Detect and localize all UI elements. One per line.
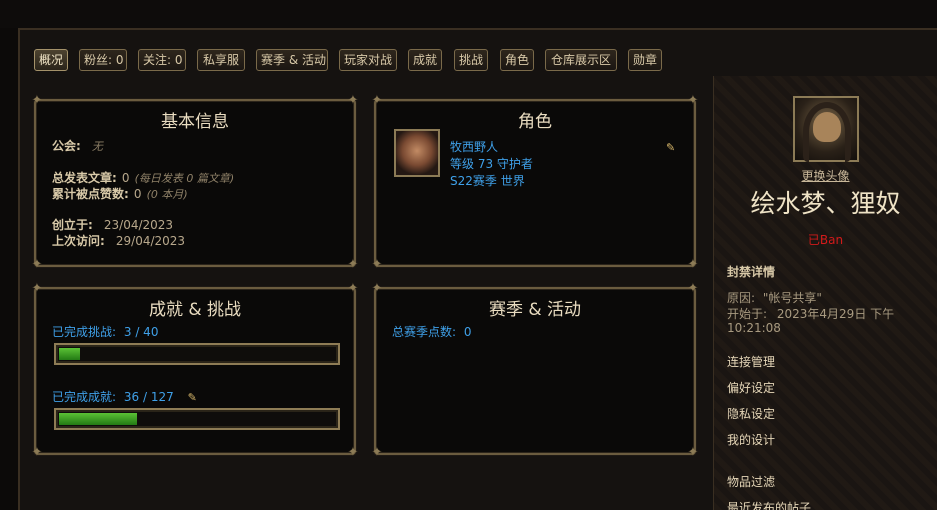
- ornament-icon: ✦: [31, 445, 43, 460]
- sidebar-link-connections[interactable]: 连接管理: [727, 353, 775, 370]
- ban-start-label: 开始于:: [727, 307, 768, 321]
- basic-info-title: 基本信息: [161, 112, 229, 132]
- ornament-icon: ✦: [687, 257, 699, 272]
- challenges-label: 已完成挑战:: [52, 325, 117, 339]
- ornament-icon: ✦: [347, 93, 359, 108]
- tab-private-server[interactable]: 私享服: [197, 49, 245, 71]
- ornament-icon: ✦: [347, 257, 359, 272]
- character-level: 等级 73 守护者: [450, 157, 533, 171]
- challenges-progress-bar: [54, 343, 340, 365]
- ornament-icon: ✦: [347, 281, 359, 296]
- season-points-value: 0: [463, 325, 472, 339]
- sidebar-link-privacy[interactable]: 隐私设定: [727, 405, 775, 422]
- tab-overview[interactable]: 概况: [34, 49, 68, 71]
- last-visit-label: 上次访问:: [52, 234, 105, 248]
- character-panel: ✦ ✦ ✦ ✦ 角色 牧西野人 等级 73 守护者 S22赛季 世界 ✎: [372, 94, 699, 272]
- ornament-icon: ✦: [687, 281, 699, 296]
- tab-pvp[interactable]: 玩家对战: [339, 49, 397, 71]
- trophy-icon: ✎: [187, 391, 197, 404]
- avatar-face: [813, 112, 841, 142]
- achievements-panel: ✦ ✦ ✦ ✦ 成就 & 挑战 已完成挑战: 3 / 40 已完成成就: 36 …: [32, 282, 359, 460]
- banned-status-badge: 已Ban: [807, 233, 844, 247]
- sidebar-link-item-filter[interactable]: 物品过滤: [727, 473, 775, 490]
- tab-fans[interactable]: 粉丝: 0: [79, 49, 127, 71]
- achievements-value: 36 / 127: [123, 390, 174, 404]
- ban-start-time: 10:21:08: [727, 321, 781, 335]
- tab-characters[interactable]: 角色: [500, 49, 534, 71]
- top-strip: [0, 0, 937, 28]
- ban-reason: 原因: "帐号共享": [727, 289, 822, 306]
- achievements-title: 成就 & 挑战: [148, 300, 242, 320]
- avatar: [793, 96, 859, 162]
- challenges-value: 3 / 40: [123, 325, 159, 339]
- achievements-progress-bar: [54, 408, 340, 430]
- character-name-link[interactable]: 牧西野人: [450, 138, 498, 155]
- ban-start: 开始于: 2023年4月29日 下午: [727, 305, 894, 322]
- ornament-icon: ✦: [371, 257, 383, 272]
- achievements-line[interactable]: 已完成成就: 36 / 127 ✎: [52, 388, 197, 405]
- guild-value: 无: [91, 140, 103, 153]
- season-panel: ✦ ✦ ✦ ✦ 赛季 & 活动 总赛季点数: 0: [372, 282, 699, 460]
- last-visit-value: 29/04/2023: [115, 234, 186, 248]
- ornament-icon: ✦: [687, 93, 699, 108]
- ornament-icon: ✦: [31, 281, 43, 296]
- challenges-progress-fill: [59, 348, 80, 360]
- ornament-icon: ✦: [371, 281, 383, 296]
- tab-achievements[interactable]: 成就: [408, 49, 442, 71]
- ban-reason-value: "帐号共享": [762, 291, 822, 305]
- sidebar-link-preferences[interactable]: 偏好设定: [727, 379, 775, 396]
- ornament-icon: ✦: [347, 445, 359, 460]
- season-points-label: 总赛季点数:: [392, 325, 457, 339]
- tab-challenges[interactable]: 挑战: [454, 49, 488, 71]
- ornament-icon: ✦: [687, 445, 699, 460]
- achievements-label: 已完成成就:: [52, 390, 117, 404]
- ornament-icon: ✦: [371, 445, 383, 460]
- sidebar-link-recent-posts[interactable]: 最近发布的帖子: [727, 499, 811, 510]
- ornament-icon: ✦: [31, 257, 43, 272]
- trophy-icon[interactable]: ✎: [666, 141, 675, 154]
- change-avatar-link[interactable]: 更换头像: [714, 167, 937, 184]
- character-season: S22赛季 世界: [450, 174, 525, 188]
- tab-season-events[interactable]: 赛季 & 活动: [256, 49, 328, 71]
- season-points-line: 总赛季点数: 0: [392, 323, 472, 340]
- username: 绘水梦、狸奴: [750, 189, 901, 218]
- ban-start-value: 2023年4月29日 下午: [776, 307, 895, 321]
- likes-note: (0 本月): [146, 188, 188, 201]
- basic-info-panel: ✦ ✦ ✦ ✦ 基本信息 公会: 无 总发表文章: 0 (每日发表 0 篇文章)…: [32, 94, 359, 272]
- guild-label: 公会:: [52, 139, 81, 153]
- ornament-icon: ✦: [371, 93, 383, 108]
- profile-sidebar: 更换头像 绘水梦、狸奴 已Ban 封禁详情 原因: "帐号共享" 开始于: 20…: [713, 76, 937, 510]
- character-portrait[interactable]: [394, 129, 440, 177]
- tab-stash-showcase[interactable]: 仓库展示区: [545, 49, 617, 71]
- ornament-icon: ✦: [31, 93, 43, 108]
- tab-following[interactable]: 关注: 0: [138, 49, 186, 71]
- tab-medals[interactable]: 勋章: [628, 49, 662, 71]
- achievements-progress-fill: [59, 413, 137, 425]
- ban-details-title: 封禁详情: [727, 265, 776, 279]
- challenges-line[interactable]: 已完成挑战: 3 / 40: [52, 323, 158, 340]
- likes-label: 累计被点赞数:: [52, 187, 129, 201]
- likes-value: 0: [133, 187, 142, 201]
- season-title: 赛季 & 活动: [488, 300, 582, 320]
- ban-reason-label: 原因:: [727, 291, 756, 305]
- sidebar-link-my-designs[interactable]: 我的设计: [727, 431, 775, 448]
